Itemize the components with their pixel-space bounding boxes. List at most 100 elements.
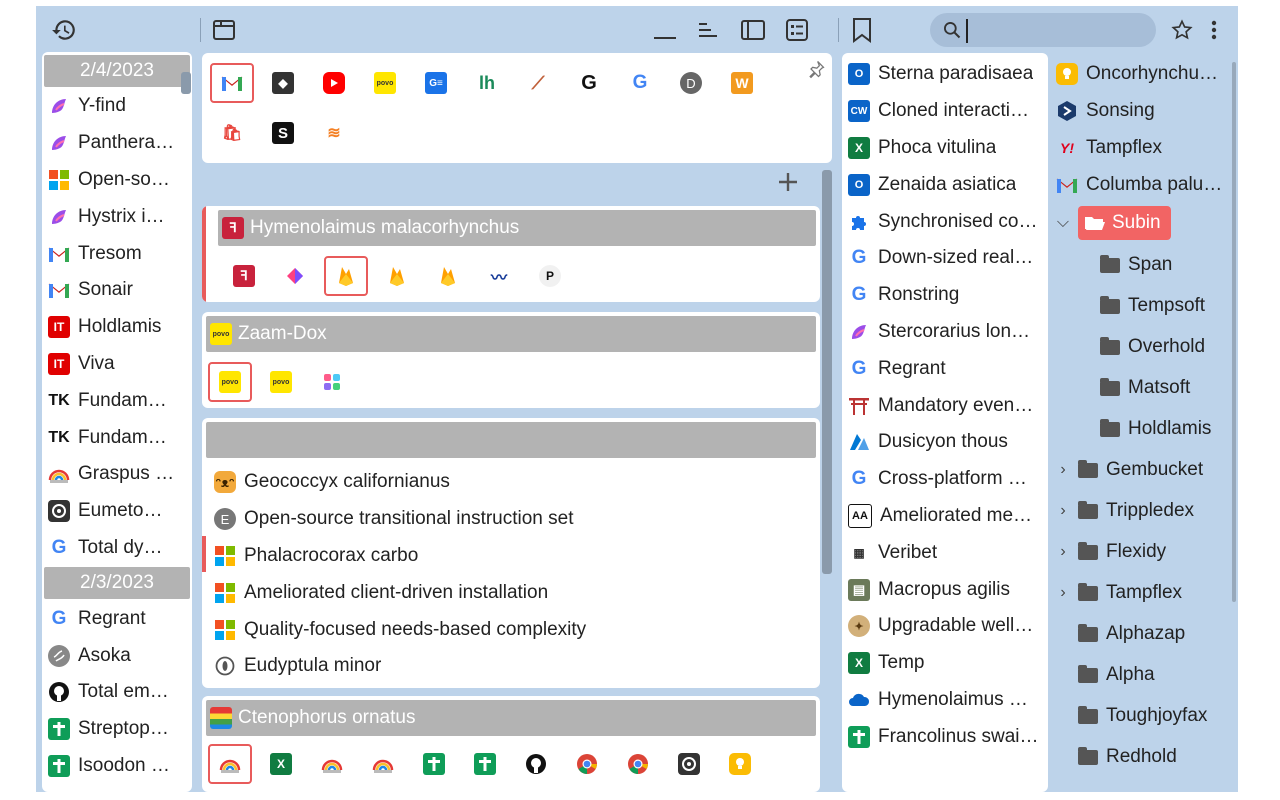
tab-icon[interactable]: W <box>720 63 764 103</box>
tab-icon[interactable] <box>718 744 762 784</box>
tab-icon[interactable] <box>616 744 660 784</box>
history-item[interactable]: Y-find <box>42 88 192 125</box>
history-item[interactable]: Hystrix i… <box>42 198 192 235</box>
minimize-view-icon[interactable] <box>650 16 680 44</box>
sidebar-view-icon[interactable] <box>738 16 768 44</box>
tab-icon[interactable] <box>514 744 558 784</box>
bookmark-item[interactable]: CW Cloned interacti… <box>842 93 1048 130</box>
history-scrollbar[interactable] <box>181 72 191 94</box>
bookmark-item[interactable]: Francolinus swai… <box>842 718 1048 755</box>
tab-icon[interactable]: 🛍 <box>210 113 254 153</box>
group-header[interactable]: povo Zaam-Dox <box>206 316 816 352</box>
bookmark-item[interactable]: Dusicyon thous <box>842 424 1048 461</box>
tab-icon[interactable]: ꟻ <box>222 256 266 296</box>
history-item[interactable]: IT Holdlamis <box>42 309 192 346</box>
tab-icon[interactable]: 〰 <box>477 256 521 296</box>
tab-icon[interactable] <box>210 63 254 103</box>
group-header[interactable]: Ctenophorus ornatus <box>206 700 816 736</box>
tab-icon[interactable]: ◆ <box>261 63 305 103</box>
tab-icon[interactable] <box>565 744 609 784</box>
bookmark-item[interactable]: ▤ Macropus agilis <box>842 571 1048 608</box>
bookmark-item[interactable]: G Down-sized real… <box>842 240 1048 277</box>
add-group-icon[interactable] <box>776 170 800 199</box>
folder-item[interactable]: Matsoft <box>1100 370 1190 407</box>
folder-item[interactable]: Toughjoyfax <box>1078 698 1207 735</box>
chevron-right-icon[interactable]: › <box>1056 543 1070 561</box>
tabs-window-icon[interactable] <box>210 16 238 44</box>
bookmark-icon[interactable] <box>848 16 876 44</box>
tab-icon[interactable] <box>310 744 354 784</box>
folder-item[interactable]: Overhold <box>1100 329 1205 366</box>
group-header[interactable] <box>206 422 816 458</box>
tab-list-item[interactable]: ᵔᴥᵔ Geococcyx californianus <box>214 464 450 501</box>
history-item[interactable]: TK Fundam… <box>42 382 192 419</box>
folder-item[interactable]: Alpha <box>1078 657 1155 694</box>
tab-icon[interactable]: G≡ <box>414 63 458 103</box>
history-item[interactable]: Isoodon … <box>42 748 192 785</box>
tab-icon[interactable]: povo <box>363 63 407 103</box>
group-header[interactable]: ꟻ Hymenolaimus malacorhynchus <box>218 210 816 246</box>
bookmark-item[interactable]: X Phoca vitulina <box>842 130 1048 167</box>
bookmark-item[interactable]: O Zenaida asiatica <box>842 166 1048 203</box>
tab-icon[interactable]: povo <box>208 362 252 402</box>
history-item[interactable]: Total em… <box>42 674 192 711</box>
bookmark-item[interactable]: ✦ Upgradable well… <box>842 608 1048 645</box>
checklist-view-icon[interactable] <box>782 16 812 44</box>
history-item[interactable]: Graspus … <box>42 456 192 493</box>
bookmark-item[interactable]: Synchronised co… <box>842 203 1048 240</box>
folder-item[interactable]: › Tampflex <box>1056 575 1182 612</box>
bookmark-item[interactable]: O Sterna paradisaea <box>842 56 1048 93</box>
history-item[interactable]: Streptop… <box>42 711 192 748</box>
bookmark-item[interactable]: Hymenolaimus … <box>842 682 1048 719</box>
tab-icon[interactable]: S <box>261 113 305 153</box>
tab-icon[interactable]: P <box>528 256 572 296</box>
bookmark-item[interactable]: Stercorarius lon… <box>842 314 1048 351</box>
tab-icon[interactable] <box>324 256 368 296</box>
tab-icon[interactable]: lh <box>465 63 509 103</box>
tab-icon[interactable] <box>273 256 317 296</box>
bookmark-item[interactable]: Sonsing <box>1056 93 1155 130</box>
history-item[interactable]: Sonair <box>42 272 192 309</box>
history-icon[interactable] <box>50 16 78 44</box>
tab-icon[interactable] <box>426 256 470 296</box>
history-item[interactable]: TK Fundam… <box>42 419 192 456</box>
tab-icon[interactable] <box>667 744 711 784</box>
search-input[interactable] <box>966 19 1152 43</box>
tab-icon[interactable] <box>375 256 419 296</box>
bookmark-item[interactable]: G Ronstring <box>842 277 1048 314</box>
tab-icon[interactable]: X <box>259 744 303 784</box>
folder-item[interactable]: Tempsoft <box>1100 288 1205 325</box>
tab-icon[interactable]: G <box>618 63 662 103</box>
bookmark-item[interactable]: X Temp <box>842 645 1048 682</box>
bookmark-item[interactable]: Mandatory even… <box>842 387 1048 424</box>
folder-item[interactable]: › Gembucket <box>1056 452 1203 489</box>
search-box[interactable] <box>930 13 1156 47</box>
tab-list-item[interactable]: E Open-source transitional instruction se… <box>214 501 574 538</box>
tab-icon[interactable]: ≋ <box>312 113 356 153</box>
history-item[interactable]: Asoka <box>42 637 192 674</box>
bookmark-item[interactable]: ▦ Veribet <box>842 534 1048 571</box>
history-item[interactable]: G Regrant <box>42 600 192 637</box>
history-item[interactable]: IT Viva <box>42 346 192 383</box>
tab-list-item[interactable]: Phalacrocorax carbo <box>214 538 418 575</box>
chevron-right-icon[interactable]: › <box>1056 461 1070 479</box>
more-options-icon[interactable] <box>1204 16 1224 44</box>
bookmark-item[interactable]: Oncorhynchu… <box>1056 56 1218 93</box>
tab-icon[interactable]: G <box>567 63 611 103</box>
history-item[interactable]: Eumeto… <box>42 493 192 530</box>
chevron-right-icon[interactable]: › <box>1056 502 1070 520</box>
pin-icon[interactable] <box>806 59 826 84</box>
bookmark-item[interactable]: Y! Tampflex <box>1056 130 1162 167</box>
folder-item[interactable]: › Flexidy <box>1056 534 1166 571</box>
groups-scrollbar[interactable] <box>822 170 832 574</box>
chevron-right-icon[interactable]: › <box>1056 584 1070 602</box>
bookmark-item[interactable]: G Cross-platform … <box>842 461 1048 498</box>
tab-icon[interactable]: D <box>669 63 713 103</box>
tab-list-item[interactable]: Quality-focused needs-based complexity <box>214 611 586 648</box>
tab-icon[interactable] <box>463 744 507 784</box>
bookmark-item[interactable]: Columba palu… <box>1056 167 1222 204</box>
history-item[interactable]: G Total dy… <box>42 530 192 567</box>
history-item[interactable]: Open-so… <box>42 162 192 199</box>
folder-subin[interactable]: ⌵ Subin <box>1056 205 1171 242</box>
tab-list-item[interactable]: Eudyptula minor <box>214 648 381 685</box>
